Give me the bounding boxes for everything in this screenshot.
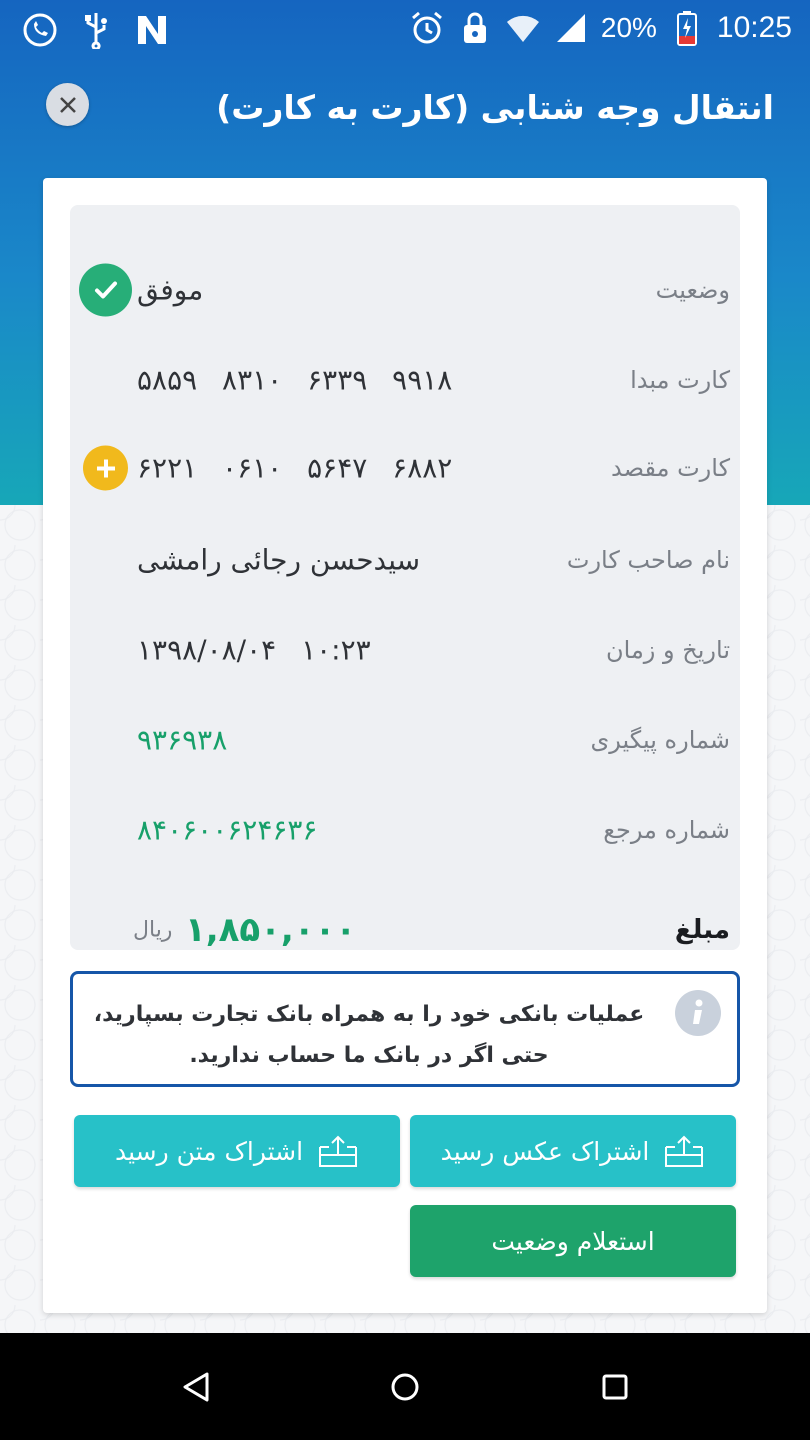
source-card-value: ۵۸۵۹ ۸۳۱۰ ۶۳۳۹ ۹۹۱۸ bbox=[137, 363, 453, 397]
status-value: موفق bbox=[137, 273, 204, 307]
recents-button[interactable] bbox=[593, 1365, 637, 1409]
amount-label: مبلغ bbox=[674, 915, 730, 945]
alarm-icon bbox=[409, 8, 445, 48]
dest-card-label: کارت مقصد bbox=[611, 454, 730, 482]
status-label: وضعیت bbox=[655, 276, 730, 304]
dest-card-value: ۶۲۲۱ ۰۶۱۰ ۵۶۴۷ ۶۸۸۲ bbox=[137, 451, 453, 485]
battery-charging-icon bbox=[669, 8, 705, 48]
page-title: انتقال وجه شتابی (کارت به کارت) bbox=[216, 88, 774, 127]
signal-icon bbox=[553, 8, 589, 48]
info-text: عملیات بانکی خود را به همراه بانک تجارت … bbox=[89, 994, 649, 1076]
recents-icon bbox=[602, 1374, 628, 1400]
back-icon bbox=[183, 1372, 209, 1402]
back-button[interactable] bbox=[174, 1365, 218, 1409]
reference-value: ۸۴۰۶۰۰۶۲۴۶۳۶ bbox=[137, 813, 318, 847]
holder-row: نام صاحب کارت سیدحسن رجائی رامشی bbox=[70, 530, 740, 590]
info-line-2: حتی اگر در بانک ما حساب ندارید. bbox=[189, 1043, 549, 1068]
holder-value: سیدحسن رجائی رامشی bbox=[137, 543, 421, 577]
share-icon bbox=[319, 1135, 358, 1167]
reference-label: شماره مرجع bbox=[603, 816, 730, 844]
tracking-row: شماره پیگیری ۹۳۶۹۳۸ bbox=[70, 710, 740, 770]
inquiry-button[interactable]: استعلام وضعیت bbox=[410, 1205, 736, 1277]
share-text-label: اشتراک متن رسید bbox=[114, 1136, 304, 1166]
home-button[interactable] bbox=[383, 1365, 427, 1409]
share-image-button[interactable]: اشتراک عکس رسید bbox=[410, 1115, 736, 1187]
close-button[interactable] bbox=[46, 83, 89, 126]
datetime-row: تاریخ و زمان ۱۳۹۸/۰۸/۰۴ ۱۰:۲۳ bbox=[70, 620, 740, 680]
amount-unit: ریال bbox=[133, 917, 173, 943]
battery-percent: 20% bbox=[600, 12, 657, 43]
usb-icon bbox=[78, 10, 114, 50]
wifi-icon bbox=[505, 8, 541, 48]
info-banner: عملیات بانکی خود را به همراه بانک تجارت … bbox=[70, 971, 740, 1087]
receipt-card: وضعیت موفق کارت مبدا ۵۸۵۹ ۸۳۱۰ ۶۳۳۹ ۹۹۱۸… bbox=[43, 178, 767, 1313]
source-card-label: کارت مبدا bbox=[630, 366, 730, 394]
info-line-1: عملیات بانکی خود را به همراه بانک تجارت … bbox=[93, 1002, 645, 1027]
close-icon bbox=[59, 96, 76, 113]
home-icon bbox=[391, 1373, 419, 1401]
amount-row: مبلغ ۱,۸۵۰,۰۰۰ ریال bbox=[70, 900, 740, 960]
navigation-bar bbox=[0, 1333, 810, 1440]
clock: 10:25 bbox=[716, 11, 792, 44]
share-text-button[interactable]: اشتراک متن رسید bbox=[74, 1115, 400, 1187]
tracking-value: ۹۳۶۹۳۸ bbox=[137, 723, 228, 757]
datetime-value: ۱۳۹۸/۰۸/۰۴ ۱۰:۲۳ bbox=[137, 633, 371, 667]
amount-value: ۱,۸۵۰,۰۰۰ bbox=[185, 910, 357, 950]
status-bar: 20% 10:25 bbox=[0, 0, 810, 60]
reference-row: شماره مرجع ۸۴۰۶۰۰۶۲۴۶۳۶ bbox=[70, 800, 740, 860]
status-row: وضعیت موفق bbox=[70, 260, 740, 320]
inquiry-label: استعلام وضعیت bbox=[491, 1226, 655, 1256]
info-icon bbox=[675, 990, 721, 1036]
share-image-label: اشتراک عکس رسید bbox=[440, 1136, 650, 1166]
check-circle-icon bbox=[79, 263, 132, 317]
lock-icon bbox=[457, 8, 493, 48]
add-circle-icon[interactable] bbox=[83, 445, 128, 491]
receipt-details: وضعیت موفق کارت مبدا ۵۸۵۹ ۸۳۱۰ ۶۳۳۹ ۹۹۱۸… bbox=[70, 205, 740, 950]
dest-card-row: کارت مقصد ۶۲۲۱ ۰۶۱۰ ۵۶۴۷ ۶۸۸۲ bbox=[70, 438, 740, 498]
share-icon bbox=[665, 1135, 704, 1167]
n-app-icon bbox=[134, 10, 170, 50]
whatsapp-icon bbox=[22, 10, 58, 50]
holder-label: نام صاحب کارت bbox=[566, 546, 730, 574]
tracking-label: شماره پیگیری bbox=[590, 726, 730, 754]
source-card-row: کارت مبدا ۵۸۵۹ ۸۳۱۰ ۶۳۳۹ ۹۹۱۸ bbox=[70, 350, 740, 410]
datetime-label: تاریخ و زمان bbox=[606, 636, 730, 664]
